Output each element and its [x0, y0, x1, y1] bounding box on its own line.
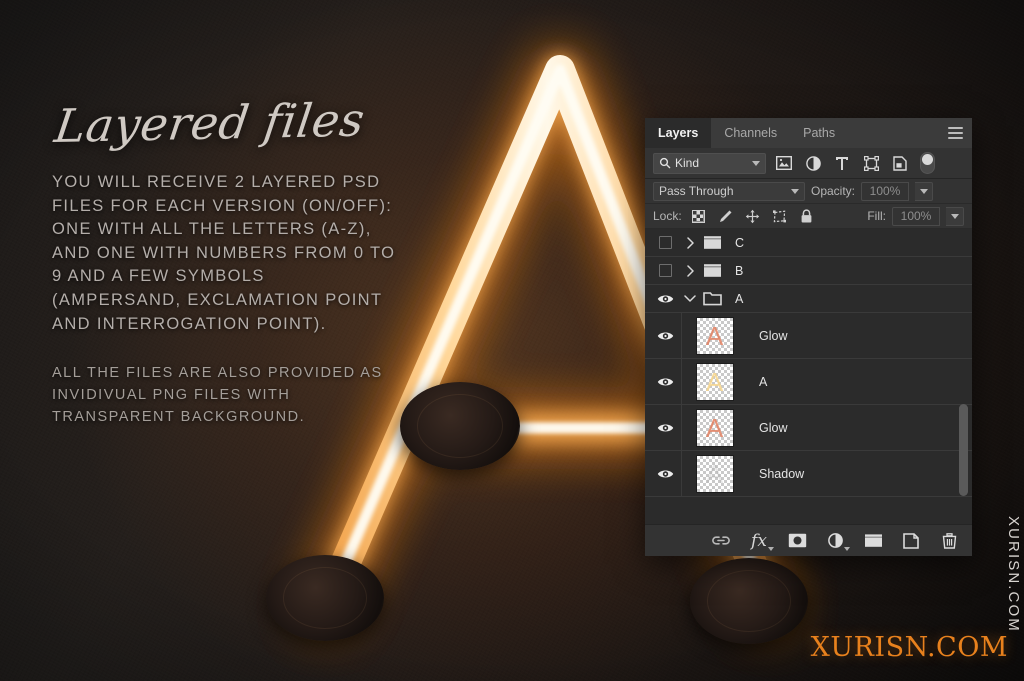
layers-panel: Layers Channels Paths Kind Pass Through … [645, 118, 972, 556]
thumbnail-letter: A [705, 366, 724, 397]
layer-visibility-toggle[interactable] [649, 359, 681, 404]
layer-visibility-toggle[interactable] [649, 229, 681, 256]
fill-label: Fill: [867, 209, 886, 223]
layers-panel-toolbar: fx [645, 524, 972, 556]
folder-closed-icon [699, 235, 725, 250]
layer-filter-row: Kind [645, 148, 972, 179]
filter-enable-toggle[interactable] [920, 152, 935, 174]
chevron-down-icon [791, 188, 799, 194]
watermark-brand-logo: XURISN.COM [810, 632, 1008, 663]
layer-row[interactable]: A [645, 285, 972, 313]
screenshot-canvas: Layered files YOU WILL RECEIVE 2 LAYERED… [0, 0, 1024, 681]
description-paragraph-2: ALL THE FILES ARE ALSO PROVIDED AS INVID… [52, 365, 383, 426]
layer-name: Glow [759, 420, 788, 435]
eye-icon [657, 470, 673, 477]
layer-name: A [735, 291, 744, 306]
layer-thumbnail[interactable]: A [681, 451, 747, 496]
eye-off-icon [658, 236, 672, 249]
marketing-copy: Layered files YOU WILL RECEIVE 2 LAYERED… [51, 93, 397, 428]
layer-thumbnail[interactable]: A [681, 313, 747, 358]
hamburger-menu-icon[interactable] [948, 127, 963, 139]
chevron-down-icon [950, 213, 959, 219]
layer-row[interactable]: C [645, 229, 972, 257]
neon-mount-left [266, 555, 384, 641]
tab-paths[interactable]: Paths [790, 118, 849, 148]
link-layers-icon[interactable] [711, 530, 731, 552]
eye-off-icon [658, 264, 672, 277]
shape-layer-filter-icon[interactable] [860, 153, 882, 174]
lock-transparent-pixels-icon[interactable] [688, 206, 709, 226]
add-layer-mask-icon[interactable] [787, 530, 807, 552]
layer-row[interactable]: A A [645, 359, 972, 405]
layer-visibility-toggle[interactable] [649, 405, 681, 450]
layer-visibility-toggle[interactable] [649, 451, 681, 496]
filter-kind-label: Kind [675, 156, 700, 170]
fill-input[interactable]: 100% [892, 206, 940, 226]
layer-list-scrollbar[interactable] [958, 229, 970, 524]
lock-all-icon[interactable] [796, 206, 817, 226]
opacity-stepper[interactable] [915, 181, 934, 201]
eye-icon [657, 424, 673, 431]
chevron-down-icon [752, 160, 760, 166]
layer-thumbnail[interactable]: A [681, 405, 747, 450]
folder-open-icon [699, 291, 725, 306]
folder-closed-icon [699, 263, 725, 278]
eye-icon [657, 378, 673, 385]
delete-layer-icon[interactable] [939, 530, 959, 552]
watermark-vertical: XURISN.COM [1005, 516, 1022, 633]
new-adjustment-layer-icon[interactable] [825, 530, 850, 552]
lock-label: Lock: [653, 209, 682, 223]
lock-image-pixels-icon[interactable] [715, 206, 736, 226]
new-group-icon[interactable] [863, 530, 883, 552]
layer-visibility-toggle[interactable] [649, 313, 681, 358]
filter-kind-select[interactable]: Kind [653, 152, 766, 174]
layer-visibility-toggle[interactable] [649, 257, 681, 284]
layer-list[interactable]: C B A A Glow A A A Glow A Shadow [645, 229, 972, 524]
lock-artboard-nesting-icon[interactable] [769, 206, 790, 226]
layer-name: C [735, 235, 745, 250]
layer-name: A [759, 374, 768, 389]
blend-mode-value: Pass Through [659, 184, 734, 198]
opacity-input[interactable]: 100% [861, 181, 910, 201]
search-icon [659, 157, 671, 169]
pixel-layer-filter-icon[interactable] [773, 153, 795, 174]
thumbnail-letter: A [705, 320, 724, 351]
layer-name: B [735, 263, 744, 278]
scrollbar-thumb[interactable] [959, 404, 968, 496]
layer-name: Shadow [759, 466, 805, 481]
layer-row[interactable]: A Glow [645, 405, 972, 451]
chevron-down-icon [919, 188, 928, 194]
new-layer-icon[interactable] [901, 530, 921, 552]
layer-row[interactable]: B [645, 257, 972, 285]
neon-mount-middle [400, 382, 520, 470]
layer-name: Glow [759, 328, 788, 343]
layer-row[interactable]: A Shadow [645, 451, 972, 497]
tab-channels[interactable]: Channels [711, 118, 791, 148]
chevron-right-icon[interactable] [681, 236, 699, 249]
page-title: Layered files [51, 92, 369, 153]
smart-object-filter-icon[interactable] [889, 153, 911, 174]
neon-mount-right [690, 558, 808, 644]
layer-thumbnail[interactable]: A [681, 359, 747, 404]
layer-visibility-toggle[interactable] [649, 285, 681, 312]
adjustment-layer-filter-icon[interactable] [802, 153, 824, 174]
lock-row: Lock: Fill: 100% [645, 204, 972, 229]
blend-mode-select[interactable]: Pass Through [653, 181, 805, 201]
eye-icon [657, 332, 673, 339]
opacity-label: Opacity: [811, 184, 856, 198]
type-layer-filter-icon[interactable] [831, 153, 853, 174]
chevron-down-icon[interactable] [681, 294, 699, 303]
lock-position-icon[interactable] [742, 206, 763, 226]
tab-layers[interactable]: Layers [645, 118, 712, 148]
layer-row[interactable]: A Glow [645, 313, 972, 359]
eye-icon [657, 295, 673, 302]
blend-mode-row: Pass Through Opacity: 100% [645, 179, 972, 204]
fill-stepper[interactable] [946, 206, 964, 226]
thumbnail-letter: A [705, 412, 724, 443]
panel-tab-strip: Layers Channels Paths [645, 118, 972, 148]
layer-style-fx-icon[interactable]: fx [749, 530, 774, 552]
thumbnail-letter: A [705, 458, 724, 489]
chevron-right-icon[interactable] [681, 264, 699, 277]
description-paragraph-1: YOU WILL RECEIVE 2 LAYERED PSD FILES FOR… [52, 173, 396, 333]
